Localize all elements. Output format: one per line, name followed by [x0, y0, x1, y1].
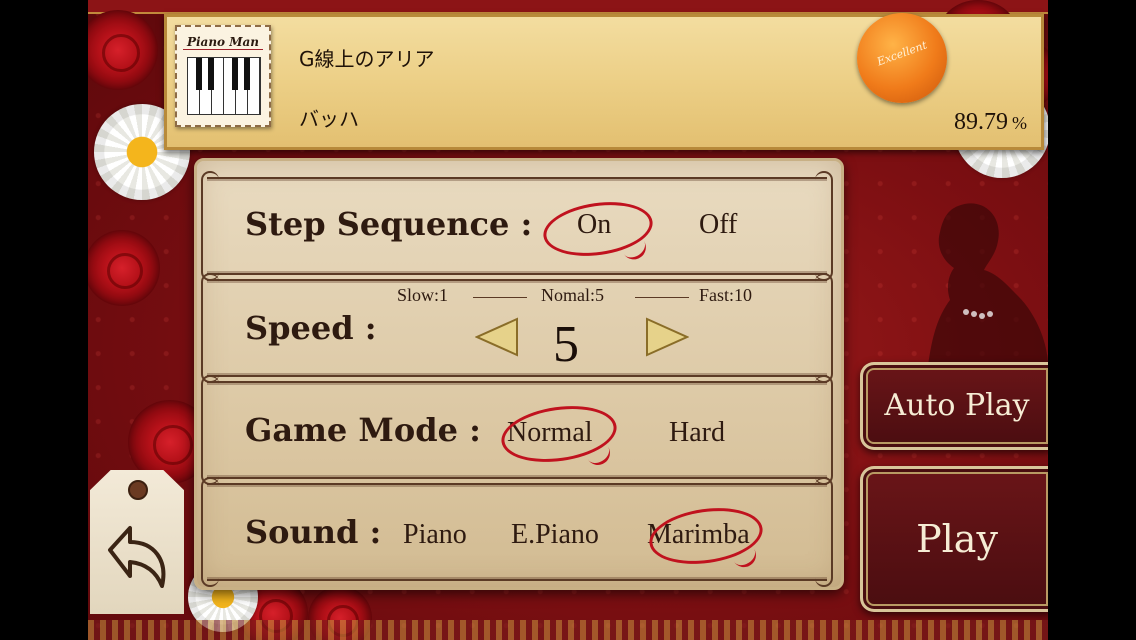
- speed-decrease-arrow-icon[interactable]: [475, 317, 519, 357]
- speed-value: 5: [553, 316, 579, 373]
- seal-text: Excellent: [875, 38, 929, 69]
- speed-scale-divider: [473, 297, 527, 298]
- song-title: G線上のアリア: [299, 47, 435, 71]
- score-value: 89.79: [954, 109, 1008, 135]
- game-mode-label: Game Mode :: [245, 411, 481, 449]
- step-sequence-off-option[interactable]: Off: [699, 209, 737, 241]
- piano-keys-icon: [187, 57, 261, 115]
- score-unit: %: [1012, 113, 1027, 133]
- step-sequence-row: Step Sequence : On Off: [201, 171, 833, 281]
- play-button[interactable]: Play: [860, 466, 1048, 612]
- sound-piano-option[interactable]: Piano: [403, 519, 467, 551]
- speed-fast-label: Fast:10: [699, 285, 753, 305]
- sound-label: Sound :: [245, 513, 382, 551]
- speed-scale-divider: [635, 297, 689, 298]
- settings-panel: Step Sequence : On Off Speed : Slow:1 No…: [194, 158, 844, 590]
- game-settings-screen: Piano Man G線上のアリア バッハ Excellent 89.79% S…: [88, 0, 1048, 640]
- speed-row: Speed : Slow:1 Nomal:5 Fast:10 5: [201, 273, 833, 383]
- selected-circle-icon: [645, 501, 767, 571]
- tag-hole: [128, 480, 148, 500]
- speed-increase-arrow-icon[interactable]: [645, 317, 689, 357]
- stamp-logo-text: Piano Man: [183, 35, 263, 50]
- top-border: [88, 0, 1048, 14]
- bottom-border: [88, 620, 1048, 640]
- song-composer: バッハ: [299, 107, 359, 131]
- selected-circle-icon: [539, 195, 657, 263]
- rose-decoration: [88, 10, 158, 90]
- lady-silhouette-icon: [928, 203, 1048, 366]
- back-arrow-icon: [108, 526, 166, 588]
- excellent-seal-icon: Excellent: [857, 13, 947, 103]
- game-mode-row: Game Mode : Normal Hard: [201, 375, 833, 485]
- sound-epiano-option[interactable]: E.Piano: [511, 519, 599, 551]
- sound-row: Sound : Piano E.Piano Marimba: [201, 477, 833, 587]
- song-info-banner: Piano Man G線上のアリア バッハ Excellent 89.79%: [164, 13, 1044, 150]
- speed-slow-label: Slow:1: [397, 285, 449, 305]
- score-percentage: 89.79%: [954, 109, 1027, 136]
- rose-decoration: [88, 230, 160, 306]
- game-mode-hard-option[interactable]: Hard: [669, 417, 725, 449]
- back-button[interactable]: [90, 470, 184, 614]
- speed-normal-label: Nomal:5: [541, 285, 604, 305]
- speed-label: Speed :: [245, 309, 377, 347]
- selected-circle-icon: [497, 399, 621, 469]
- step-sequence-label: Step Sequence :: [245, 205, 533, 243]
- piano-man-stamp-logo: Piano Man: [175, 25, 271, 127]
- auto-play-button[interactable]: Auto Play: [860, 362, 1048, 450]
